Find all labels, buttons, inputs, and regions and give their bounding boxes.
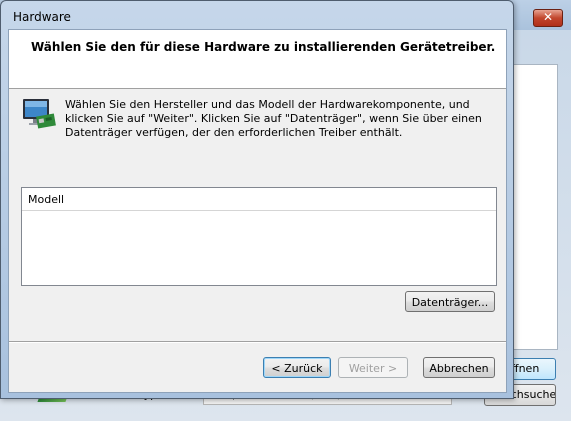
hardware-monitor-icon xyxy=(23,99,56,129)
model-list[interactable]: Modell xyxy=(21,187,497,286)
cancel-button[interactable]: Abbrechen xyxy=(423,357,495,378)
header-band: Wählen Sie den für diese Hardware zu ins… xyxy=(9,30,506,89)
background-file-list[interactable] xyxy=(512,64,558,350)
have-disk-button[interactable]: Datenträger... xyxy=(405,291,495,312)
dialog-title: Hardware xyxy=(13,10,71,24)
hardware-dialog: Hardware Wählen Sie den für diese Hardwa… xyxy=(0,0,514,399)
footer-separator xyxy=(9,341,506,343)
page-title: Wählen Sie den für diese Hardware zu ins… xyxy=(31,40,496,54)
dialog-client-area: Wählen Sie den für diese Hardware zu ins… xyxy=(8,29,507,393)
instruction-text: Wählen Sie den Hersteller und das Modell… xyxy=(65,98,482,139)
model-column-header[interactable]: Modell xyxy=(22,188,496,211)
back-button[interactable]: < Zurück xyxy=(263,357,331,378)
model-column-label: Modell xyxy=(28,193,65,206)
background-close-button[interactable]: ✕ xyxy=(533,9,563,27)
next-button[interactable]: Weiter > xyxy=(338,357,408,378)
